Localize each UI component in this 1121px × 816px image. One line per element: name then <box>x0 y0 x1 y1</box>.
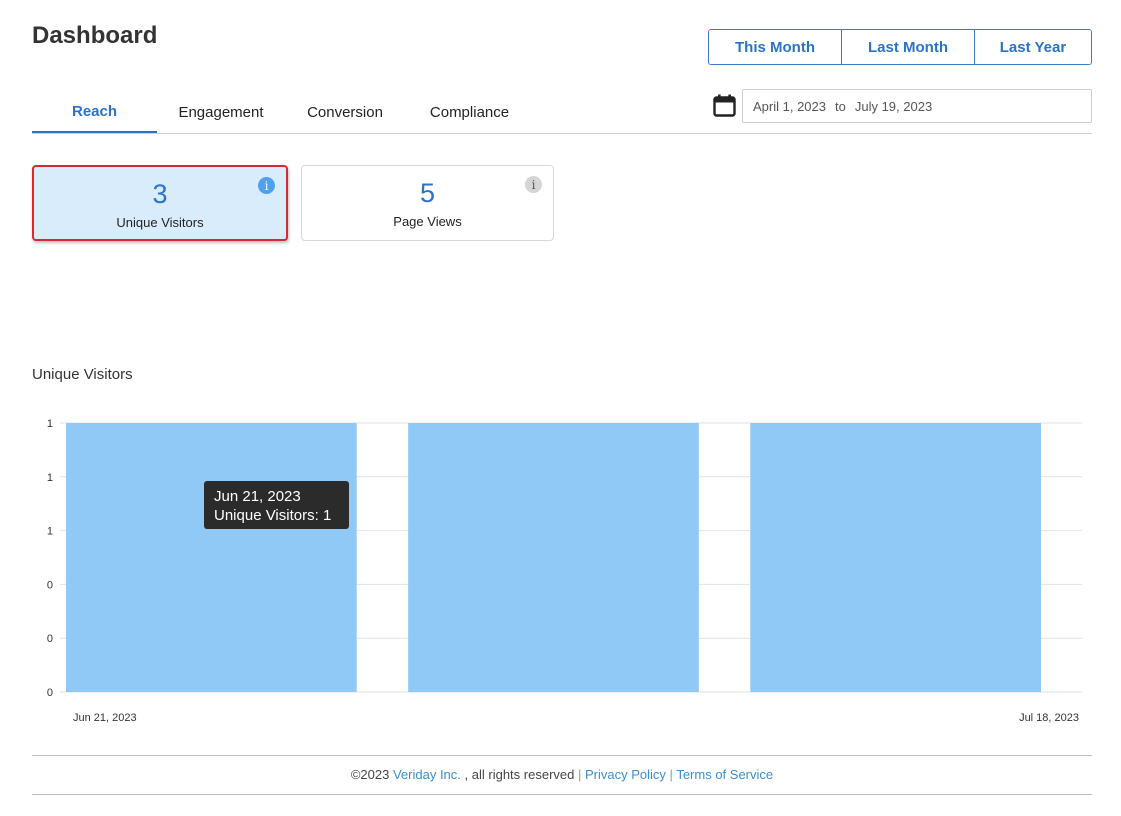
tooltip-value: Unique Visitors: 1 <box>214 507 332 524</box>
chart-bar <box>750 423 1041 692</box>
footer-divider-top <box>32 755 1092 756</box>
y-tick-label: 0 <box>47 633 53 645</box>
y-tick-label: 1 <box>47 418 53 430</box>
x-tick-label: Jul 18, 2023 <box>1019 712 1079 724</box>
y-tick-label: 0 <box>47 687 53 699</box>
copyright: ©2023 <box>350 767 390 782</box>
footer-separator: | <box>669 767 673 782</box>
x-tick-label: Jun 21, 2023 <box>73 712 137 724</box>
footer-separator: | <box>577 767 582 782</box>
rights-text: , all rights reserved <box>464 767 575 782</box>
chart-bar <box>66 423 357 692</box>
chart-tooltip: Jun 21, 2023 Unique Visitors: 1 <box>204 481 349 529</box>
footer: ©2023 Veriday Inc. , all rights reserved… <box>32 767 1092 782</box>
tooltip-date: Jun 21, 2023 <box>214 488 301 505</box>
privacy-policy-link[interactable]: Privacy Policy <box>585 767 666 782</box>
unique-visitors-chart: 1 1 1 0 0 0 Jun 21, 2023 Jul 18, 2023 <box>47 418 1082 724</box>
y-tick-label: 0 <box>47 579 53 591</box>
footer-divider-bottom <box>32 794 1092 795</box>
chart-bar <box>408 423 699 692</box>
terms-of-service-link[interactable]: Terms of Service <box>676 767 773 782</box>
y-tick-label: 1 <box>47 472 53 484</box>
company-link[interactable]: Veriday Inc. <box>393 767 461 782</box>
y-tick-label: 1 <box>47 526 53 538</box>
